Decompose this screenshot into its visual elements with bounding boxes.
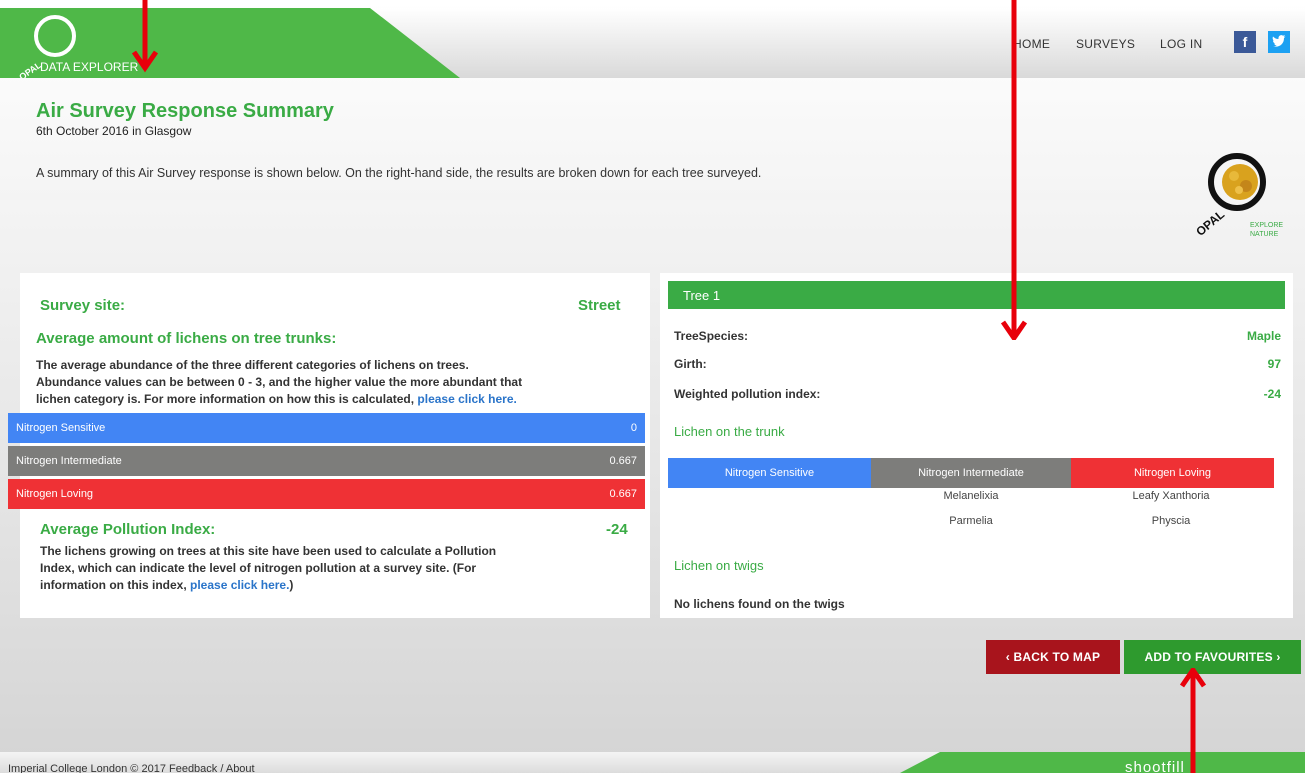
bar-value: 0	[630, 422, 637, 434]
footer-brand: shootfill	[1125, 759, 1185, 773]
badge-tagline-2: NATURE	[1250, 231, 1279, 238]
twitter-icon[interactable]	[1268, 31, 1290, 53]
category-nitrogen-sensitive: Nitrogen Sensitive	[668, 458, 871, 488]
pollution-value: -24	[606, 521, 628, 538]
weighted-index-label: Weighted pollution index:	[674, 387, 821, 401]
facebook-icon[interactable]: f	[1234, 31, 1256, 53]
survey-site-label: Survey site:	[40, 297, 126, 314]
opal-badge-icon: OPAL EXPLORE NATURE	[1192, 150, 1284, 250]
logo-text: DATA EXPLORER	[40, 60, 139, 74]
add-to-favourites-button[interactable]: ADD TO FAVOURITES ›	[1124, 640, 1301, 674]
avg-lichen-text-3: lichen category is. For more information…	[36, 391, 517, 408]
tree-species-label: TreeSpecies:	[674, 329, 749, 343]
footer-brand-area	[900, 752, 1305, 773]
arrow-icon	[131, 0, 159, 73]
bar-value: 0.667	[609, 455, 637, 467]
avg-lichen-heading: Average amount of lichens on tree trunks…	[36, 330, 337, 347]
intermediate-species-1: Melanelixia	[943, 490, 999, 502]
pollution-info-link[interactable]: please click here.	[190, 578, 289, 592]
bar-label: Nitrogen Loving	[16, 488, 94, 500]
page-title: Air Survey Response Summary	[36, 100, 334, 122]
back-to-map-button[interactable]: ‹ BACK TO MAP	[986, 640, 1120, 674]
nav-login[interactable]: LOG IN	[1160, 37, 1202, 51]
avg-lichen-text-2: Abundance values can be between 0 - 3, a…	[36, 375, 523, 389]
category-nitrogen-intermediate: Nitrogen Intermediate	[871, 458, 1071, 488]
badge-tagline-1: EXPLORE	[1250, 222, 1284, 229]
loving-species-2: Physcia	[1151, 515, 1191, 527]
bar-nitrogen-sensitive: Nitrogen Sensitive 0	[8, 413, 645, 443]
tree-header: Tree 1	[668, 281, 1285, 309]
pollution-text-2: Index, which can indicate the level of n…	[40, 561, 477, 575]
pollution-text-1: The lichens growing on trees at this sit…	[40, 544, 497, 558]
avg-lichen-text-3-body: lichen category is. For more information…	[36, 392, 415, 406]
opal-logo-icon	[34, 15, 76, 57]
page-description: A summary of this Air Survey response is…	[36, 166, 762, 180]
bar-nitrogen-loving: Nitrogen Loving 0.667	[8, 479, 645, 509]
bar-value: 0.667	[609, 488, 637, 500]
bar-nitrogen-intermediate: Nitrogen Intermediate 0.667	[8, 446, 645, 476]
avg-lichen-text-1: The average abundance of the three diffe…	[36, 358, 469, 372]
pollution-text-3: information on this index, please click …	[40, 577, 293, 594]
page-subtitle: 6th October 2016 in Glasgow	[36, 124, 192, 138]
arrow-icon	[1000, 0, 1028, 340]
trunk-heading: Lichen on the trunk	[674, 424, 785, 439]
girth-label: Girth:	[674, 357, 707, 371]
pollution-heading: Average Pollution Index:	[40, 521, 216, 538]
lichen-info-link[interactable]: please click here.	[417, 392, 516, 406]
intermediate-species-2: Parmelia	[949, 515, 993, 527]
arrow-icon	[1179, 668, 1207, 773]
bar-label: Nitrogen Sensitive	[16, 422, 106, 434]
survey-site-value: Street	[578, 297, 621, 314]
category-nitrogen-loving: Nitrogen Loving	[1071, 458, 1274, 488]
nav-surveys[interactable]: SURVEYS	[1076, 37, 1135, 51]
twigs-text: No lichens found on the twigs	[674, 597, 845, 611]
bar-label: Nitrogen Intermediate	[16, 455, 122, 467]
pollution-text-3-body: information on this index,	[40, 578, 187, 592]
girth-value: 97	[1267, 357, 1281, 371]
twigs-heading: Lichen on twigs	[674, 558, 764, 573]
footer-text[interactable]: Imperial College London © 2017 Feedback …	[8, 763, 255, 773]
tree-species-value: Maple	[1246, 329, 1281, 343]
loving-species-1: Leafy Xanthoria	[1132, 490, 1210, 502]
weighted-index-value: -24	[1263, 387, 1281, 401]
pollution-close-paren: )	[289, 578, 294, 592]
tree-panel: Tree 1 TreeSpecies: Maple Girth: 97 Weig…	[660, 273, 1293, 618]
